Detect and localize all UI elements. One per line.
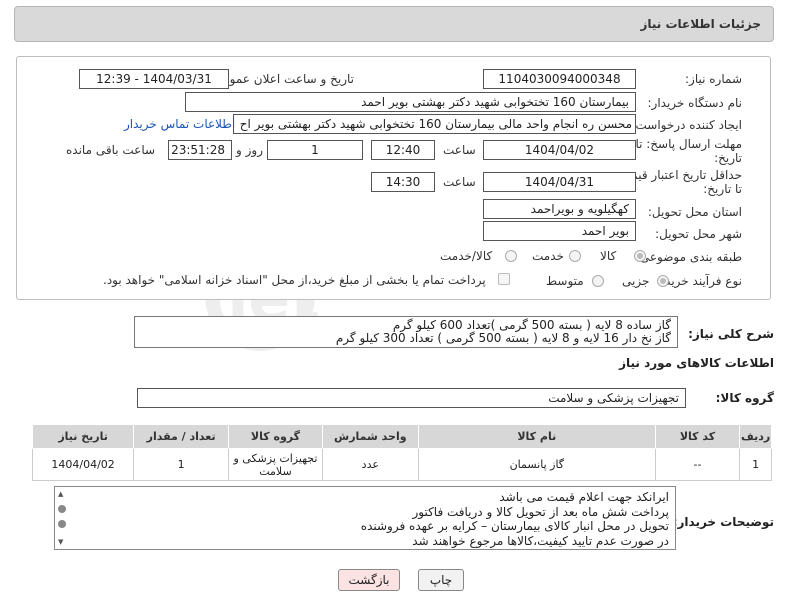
province-label: استان محل تحویل: [647, 205, 742, 219]
col-header-item-name: نام کالا [417, 424, 656, 449]
col-header-need-date: تاریخ نیاز [31, 424, 135, 449]
process-label: نوع فرآیند خرید : [657, 274, 742, 288]
buyer-note-line: در صورت عدم تایید کیفیت،کالاها مرجوع خوا… [412, 533, 669, 548]
page-title: جزئیات اطلاعات نیاز [640, 17, 761, 31]
deadline-time-field: 12:40 [371, 140, 435, 160]
cell-need-date: 1404/04/02 [31, 448, 135, 481]
col-header-quantity: تعداد / مقدار [133, 424, 230, 449]
validity-time-field: 14:30 [371, 172, 435, 192]
category-goods-radio[interactable] [634, 250, 646, 262]
col-header-item-code: کد کالا [654, 424, 741, 449]
province-field: کهگیلویه و بویراحمد [483, 199, 636, 219]
category-goods-label: کالا [600, 249, 617, 263]
col-header-row-number: ردیف [739, 424, 772, 449]
cell-unit: عدد [321, 448, 419, 481]
category-goods-service-radio[interactable] [505, 250, 517, 262]
scroll-thumb-icon[interactable] [58, 520, 66, 528]
announce-label: تاریخ و ساعت اعلان عمومی: [209, 72, 354, 86]
process-minor-radio[interactable] [657, 275, 669, 287]
creator-field: محسن ره انجام واحد مالی بیمارستان 160 تخ… [233, 114, 636, 134]
deadline-label-line2: تاریخ: [714, 151, 742, 165]
buyer-org-label: نام دستگاه خریدار: [647, 96, 743, 110]
buyer-note-line: ایرانکد جهت اعلام قیمت می باشد [499, 490, 669, 504]
buyer-notes-textarea[interactable]: ایرانکد جهت اعلام قیمت می باشد پرداخت شش… [54, 486, 676, 550]
cell-item-name: گاز پانسمان [417, 448, 656, 481]
scroll-thumb-icon[interactable] [58, 505, 66, 513]
cell-group: تجهیزات پزشکی و سلامت [228, 448, 323, 481]
back-button[interactable]: بازگشت [338, 569, 400, 591]
deadline-date-field: 1404/04/02 [483, 140, 636, 160]
description-label: شرح کلی نیاز: [688, 327, 774, 341]
remaining-time-label: ساعت باقی مانده [66, 143, 156, 157]
announce-field: 1404/03/31 - 12:39 [79, 69, 229, 89]
cell-item-code: -- [654, 448, 741, 481]
table-row: 1 -- گاز پانسمان عدد تجهیزات پزشکی و سلا… [31, 448, 772, 481]
process-minor-label: جزیی [622, 274, 650, 288]
process-medium-radio[interactable] [592, 275, 604, 287]
table-header-row: ردیف کد کالا نام کالا واحد شمارش گروه کا… [31, 424, 772, 449]
buyer-notes-label: توضیحات خریدار: [672, 515, 774, 529]
contact-info-link[interactable]: اطلاعات تماس خریدار [124, 117, 235, 131]
buyer-org-field: بیمارستان 160 تختخوابی شهید دکتر بهشتی ب… [185, 92, 636, 112]
description-line-2: گاز نخ دار 16 لایه و 8 لایه ( بسته 500 گ… [335, 331, 671, 345]
city-field: بویر احمد [483, 221, 636, 241]
category-label: طبقه بندی موضوعی: [635, 250, 742, 264]
category-service-label: خدمت [532, 249, 564, 263]
items-table: ردیف کد کالا نام کالا واحد شمارش گروه کا… [31, 424, 772, 481]
deadline-time-label: ساعت [443, 143, 476, 157]
buyer-notes-text: ایرانکد جهت اعلام قیمت می باشد پرداخت شش… [361, 490, 669, 548]
days-label: روز و [236, 143, 263, 157]
buyer-note-line: پرداخت شش ماه بعد از تحویل کالا و دریافت… [412, 504, 669, 519]
process-medium-label: متوسط [546, 274, 584, 288]
buyer-note-line: تحویل در محل انبار کالای بیمارستان – کرا… [360, 519, 669, 533]
description-textarea[interactable]: گاز ساده 8 لایه ( بسته 500 گرمی )تعداد 6… [134, 316, 678, 348]
validity-time-label: ساعت [443, 175, 476, 189]
cell-row-number: 1 [739, 448, 772, 481]
need-number-field: 1104030094000348 [483, 69, 636, 89]
category-service-radio[interactable] [569, 250, 581, 262]
validity-label-line2: تا تاریخ: [703, 182, 742, 196]
validity-date-field: 1404/04/31 [483, 172, 636, 192]
city-label: شهر محل تحویل: [655, 227, 742, 241]
treasury-payment-checkbox[interactable] [498, 273, 510, 285]
goods-group-field: تجهیزات پزشکی و سلامت [137, 388, 686, 408]
scroll-up-icon[interactable]: ▲ [58, 490, 63, 498]
remaining-time-field: 23:51:28 [168, 140, 232, 160]
category-goods-service-label: کالا/خدمت [440, 249, 493, 263]
col-header-unit: واحد شمارش [321, 424, 419, 449]
scroll-down-icon[interactable]: ▼ [58, 538, 63, 546]
page-header: جزئیات اطلاعات نیاز [14, 6, 774, 42]
print-button[interactable]: چاپ [418, 569, 464, 591]
need-number-label: شماره نیاز: [685, 72, 742, 86]
creator-label: ایجاد کننده درخواست: [631, 118, 742, 132]
remaining-days-field: 1 [267, 140, 363, 160]
buyer-notes-scrollbar[interactable]: ▲ ▼ [55, 487, 69, 549]
treasury-payment-note: پرداخت تمام یا بخشی از مبلغ خرید،از محل … [103, 273, 486, 287]
cell-quantity: 1 [133, 448, 230, 481]
col-header-group: گروه کالا [228, 424, 323, 449]
deadline-label-line1: مهلت ارسال پاسخ: تا [635, 137, 742, 151]
goods-group-label: گروه کالا: [715, 391, 774, 405]
goods-info-title: اطلاعات کالاهای مورد نیاز [619, 356, 774, 370]
